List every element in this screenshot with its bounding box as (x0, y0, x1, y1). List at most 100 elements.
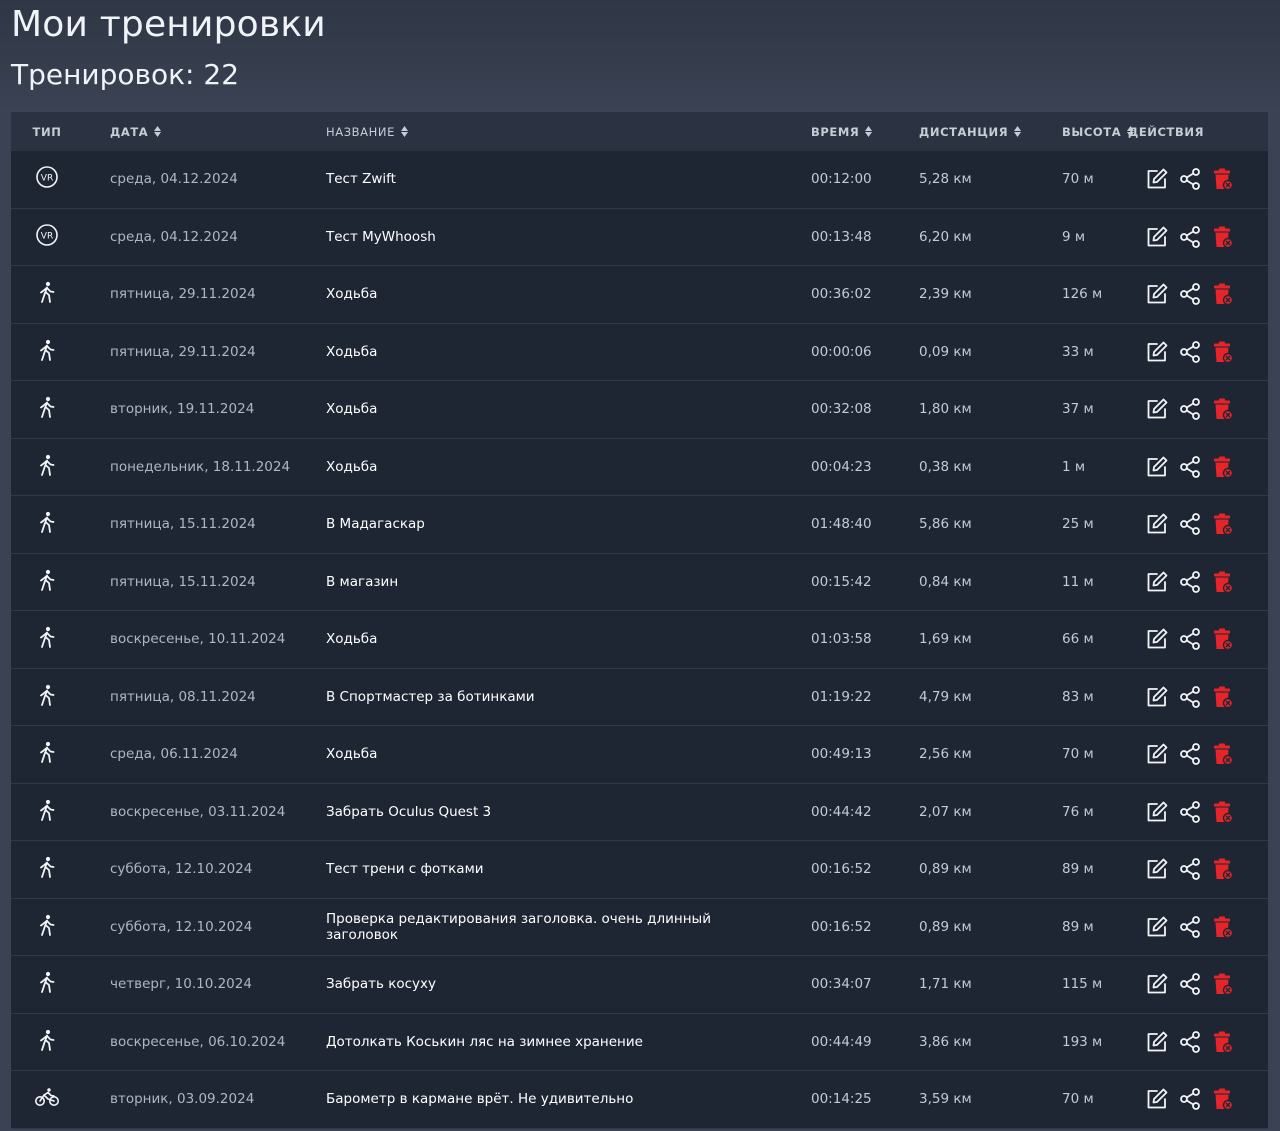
table-row[interactable]: суббота, 12.10.2024 Тест трени с фотками 0… (11, 841, 1268, 899)
name-cell[interactable]: Ходьба (299, 459, 784, 475)
edit-icon[interactable] (1145, 972, 1169, 996)
name-cell[interactable]: В Мадагаскар (299, 516, 784, 532)
edit-icon[interactable] (1145, 397, 1169, 421)
edit-icon[interactable] (1145, 1030, 1169, 1054)
delete-icon[interactable] (1211, 512, 1235, 536)
table-row[interactable]: воскресенье, 03.11.2024 Забрать Oculus Qu… (11, 783, 1268, 841)
name-cell[interactable]: В магазин (299, 574, 784, 590)
date-cell: среда, 04.12.2024 (110, 171, 238, 188)
edit-icon[interactable] (1145, 282, 1169, 306)
name-cell[interactable]: Тест трени с фотками (299, 861, 784, 877)
table-row[interactable]: вторник, 19.11.2024 Ходьба 00:32:08 1,80 км… (11, 381, 1268, 439)
name-cell[interactable]: Ходьба (299, 286, 784, 302)
altitude-cell: 33 м (1062, 343, 1094, 360)
share-icon[interactable] (1178, 857, 1202, 881)
edit-icon[interactable] (1145, 742, 1169, 766)
sort-icon[interactable] (154, 126, 162, 137)
delete-icon[interactable] (1211, 972, 1235, 996)
table-row[interactable]: пятница, 29.11.2024 Ходьба 00:00:06 0,09 км… (11, 323, 1268, 381)
edit-icon[interactable] (1145, 455, 1169, 479)
delete-icon[interactable] (1211, 282, 1235, 306)
header-date[interactable]: Дата (83, 125, 299, 139)
delete-icon[interactable] (1211, 570, 1235, 594)
share-icon[interactable] (1178, 570, 1202, 594)
table-row[interactable]: понедельник, 18.11.2024 Ходьба 00:04:23 0,3… (11, 438, 1268, 496)
delete-icon[interactable] (1211, 1087, 1235, 1111)
header-time[interactable]: Время (784, 125, 892, 139)
name-cell[interactable]: В Спортмастер за ботинками (299, 689, 784, 705)
edit-icon[interactable] (1145, 225, 1169, 249)
share-icon[interactable] (1178, 685, 1202, 709)
share-icon[interactable] (1178, 455, 1202, 479)
delete-icon[interactable] (1211, 857, 1235, 881)
sort-icon[interactable] (865, 126, 873, 137)
table-row[interactable]: четверг, 10.10.2024 Забрать косуху 00:34:0… (11, 956, 1268, 1014)
edit-icon[interactable] (1145, 570, 1169, 594)
distance-cell: 2,07 км (919, 803, 972, 820)
name-cell[interactable]: Ходьба (299, 401, 784, 417)
share-icon[interactable] (1178, 1030, 1202, 1054)
table-row[interactable]: VR среда, 04.12.2024 Тест MyWhoosh 00:13:48… (11, 208, 1268, 266)
distance-cell: 1,71 км (919, 976, 972, 993)
name-cell[interactable]: Ходьба (299, 344, 784, 360)
sort-icon[interactable] (400, 126, 408, 137)
name-cell[interactable]: Дотолкать Коськин ляс на зимнее хранение (299, 1034, 784, 1050)
edit-icon[interactable] (1145, 1087, 1169, 1111)
delete-icon[interactable] (1211, 455, 1235, 479)
edit-icon[interactable] (1145, 915, 1169, 939)
delete-icon[interactable] (1211, 1030, 1235, 1054)
table-row[interactable]: пятница, 08.11.2024 В Спортмастер за боти… (11, 668, 1268, 726)
table-row[interactable]: среда, 06.11.2024 Ходьба 00:49:13 2,56 км 70… (11, 726, 1268, 784)
delete-icon[interactable] (1211, 742, 1235, 766)
share-icon[interactable] (1178, 742, 1202, 766)
table-row[interactable]: суббота, 12.10.2024 Проверка редактирован… (11, 898, 1268, 956)
table-row[interactable]: пятница, 15.11.2024 В Мадагаскар 01:48:40 5… (11, 496, 1268, 554)
share-icon[interactable] (1178, 972, 1202, 996)
table-row[interactable]: воскресенье, 10.11.2024 Ходьба 01:03:58 1,6… (11, 611, 1268, 669)
delete-icon[interactable] (1211, 800, 1235, 824)
table-row[interactable]: воскресенье, 06.10.2024 Дотолкать Коськин… (11, 1013, 1268, 1071)
delete-icon[interactable] (1211, 167, 1235, 191)
name-cell[interactable]: Тест MyWhoosh (299, 229, 784, 245)
time-cell: 01:19:22 (811, 688, 872, 705)
delete-icon[interactable] (1211, 397, 1235, 421)
edit-icon[interactable] (1145, 340, 1169, 364)
name-cell[interactable]: Ходьба (299, 631, 784, 647)
share-icon[interactable] (1178, 225, 1202, 249)
table-row[interactable]: пятница, 29.11.2024 Ходьба 00:36:02 2,39 км… (11, 266, 1268, 324)
table-row[interactable]: VR среда, 04.12.2024 Тест Zwift 00:12:00 5,2… (11, 151, 1268, 209)
share-icon[interactable] (1178, 397, 1202, 421)
share-icon[interactable] (1178, 167, 1202, 191)
edit-icon[interactable] (1145, 685, 1169, 709)
edit-icon[interactable] (1145, 512, 1169, 536)
header-altitude[interactable]: Высота (1035, 125, 1135, 139)
edit-icon[interactable] (1145, 857, 1169, 881)
name-cell[interactable]: Забрать Oculus Quest 3 (299, 804, 784, 820)
table-row[interactable]: пятница, 15.11.2024 В магазин 00:15:42 0,84… (11, 553, 1268, 611)
sort-icon[interactable] (1014, 126, 1022, 137)
header-distance[interactable]: Дистанция (892, 125, 1035, 139)
name-cell[interactable]: Ходьба (299, 746, 784, 762)
name-cell[interactable]: Проверка редактирования заголовка. очень… (299, 911, 784, 943)
edit-icon[interactable] (1145, 800, 1169, 824)
name-cell[interactable]: Барометр в кармане врёт. Не удивительно (299, 1091, 784, 1107)
delete-icon[interactable] (1211, 340, 1235, 364)
share-icon[interactable] (1178, 282, 1202, 306)
share-icon[interactable] (1178, 627, 1202, 651)
name-cell[interactable]: Тест Zwift (299, 171, 784, 187)
share-icon[interactable] (1178, 1087, 1202, 1111)
delete-icon[interactable] (1211, 627, 1235, 651)
header-name[interactable]: Название (299, 125, 784, 139)
table-row[interactable]: вторник, 03.09.2024 Барометр в кармане вр… (11, 1071, 1268, 1129)
share-icon[interactable] (1178, 512, 1202, 536)
edit-icon[interactable] (1145, 167, 1169, 191)
delete-icon[interactable] (1211, 685, 1235, 709)
share-icon[interactable] (1178, 915, 1202, 939)
share-icon[interactable] (1178, 340, 1202, 364)
delete-icon[interactable] (1211, 225, 1235, 249)
name-cell[interactable]: Забрать косуху (299, 976, 784, 992)
edit-icon[interactable] (1145, 627, 1169, 651)
share-icon[interactable] (1178, 800, 1202, 824)
distance-cell: 5,86 км (919, 516, 972, 533)
delete-icon[interactable] (1211, 915, 1235, 939)
